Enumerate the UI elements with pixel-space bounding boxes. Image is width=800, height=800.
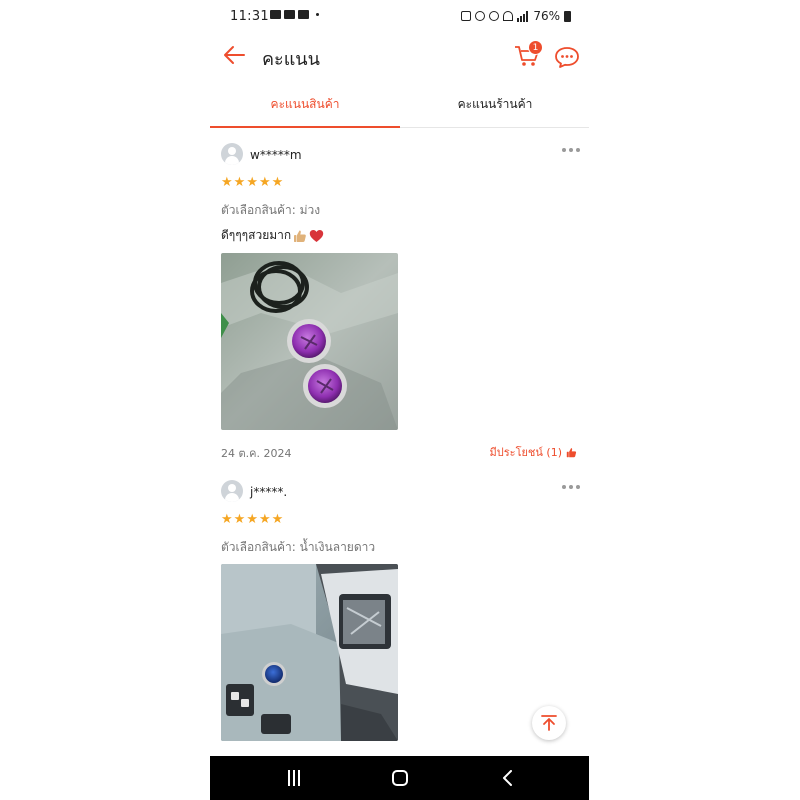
helpful-label: มีประโยชน์ (1) [489,446,562,459]
star-rating: ★ ★ ★ ★ ★ [221,176,283,189]
battery-icon [564,10,571,22]
thumbs-up-emoji-icon [294,230,306,242]
page-title: คะแนน [262,49,320,70]
more-icon[interactable] [562,485,580,491]
review-photo[interactable] [221,253,398,430]
star-icon: ★ [271,175,284,190]
cart-badge: 1 [528,40,543,55]
review-item: w*****m ★ ★ ★ ★ ★ ตัวเลือกสินค้า: ม่วง ด… [210,142,589,472]
app-header: คะแนน 1 [210,36,589,76]
star-icon: ★ [258,175,271,190]
scroll-top-icon [541,715,557,731]
reviewer-username: w*****m [250,148,302,162]
star-icon: ★ [258,512,271,527]
avatar[interactable] [221,480,243,502]
phone-screen: 11:31 76% คะแนน 1 คะแนนสินค้า คะแนนร้านค… [210,0,589,800]
signal-icon [517,10,529,22]
more-notifications-icon [316,13,319,16]
star-icon: ★ [221,175,233,190]
star-icon: ★ [271,512,284,527]
tab-shop-rating[interactable]: คะแนนร้านค้า [400,86,589,128]
back-arrow-icon[interactable] [222,44,246,66]
status-bar: 11:31 76% [210,0,589,36]
review-item: j*****. ★ ★ ★ ★ ★ ตัวเลือกสินค้า: น้ำเงิ… [210,479,589,756]
star-rating: ★ ★ ★ ★ ★ [221,513,283,526]
system-nav-bar [210,756,589,800]
product-variant: ตัวเลือกสินค้า: ม่วง [221,203,321,217]
star-icon: ★ [221,512,233,527]
more-icon[interactable] [562,148,580,154]
tab-product-rating[interactable]: คะแนนสินค้า [210,86,400,128]
chat-icon[interactable] [554,46,580,68]
alarm-icon [475,11,486,21]
battery-percent: 76% [533,9,560,23]
helpful-button[interactable]: มีประโยชน์ (1) [490,443,577,461]
youtube-icon [284,10,295,19]
product-variant: ตัวเลือกสินค้า: น้ำเงินลายดาว [221,540,376,554]
scroll-top-button[interactable] [532,706,566,740]
notification-icons [270,10,319,19]
gallery-icon [270,10,281,19]
nfc-icon [489,11,500,21]
wifi-icon [503,11,514,21]
review-photo[interactable] [221,564,398,741]
reviewer-username: j*****. [250,485,288,499]
review-comment-text: ดีๆๆๆสวยมาก [221,228,292,242]
avatar[interactable] [221,143,243,165]
system-icons: 76% [461,9,571,23]
review-comment: ดีๆๆๆสวยมาก [221,226,324,245]
heart-emoji-icon [309,229,324,242]
youtube-icon [298,10,309,19]
home-icon[interactable] [392,770,408,786]
recents-icon[interactable] [286,770,302,786]
sim-icon [461,11,472,21]
status-time: 11:31 [230,9,269,24]
review-date: 24 ต.ค. 2024 [221,447,292,460]
star-icon: ★ [246,512,258,527]
thumbs-up-icon [566,447,577,457]
nav-back-icon[interactable] [500,770,516,786]
star-icon: ★ [246,175,258,190]
rating-tabs: คะแนนสินค้า คะแนนร้านค้า [210,86,589,128]
star-icon: ★ [233,175,246,190]
star-icon: ★ [233,512,246,527]
